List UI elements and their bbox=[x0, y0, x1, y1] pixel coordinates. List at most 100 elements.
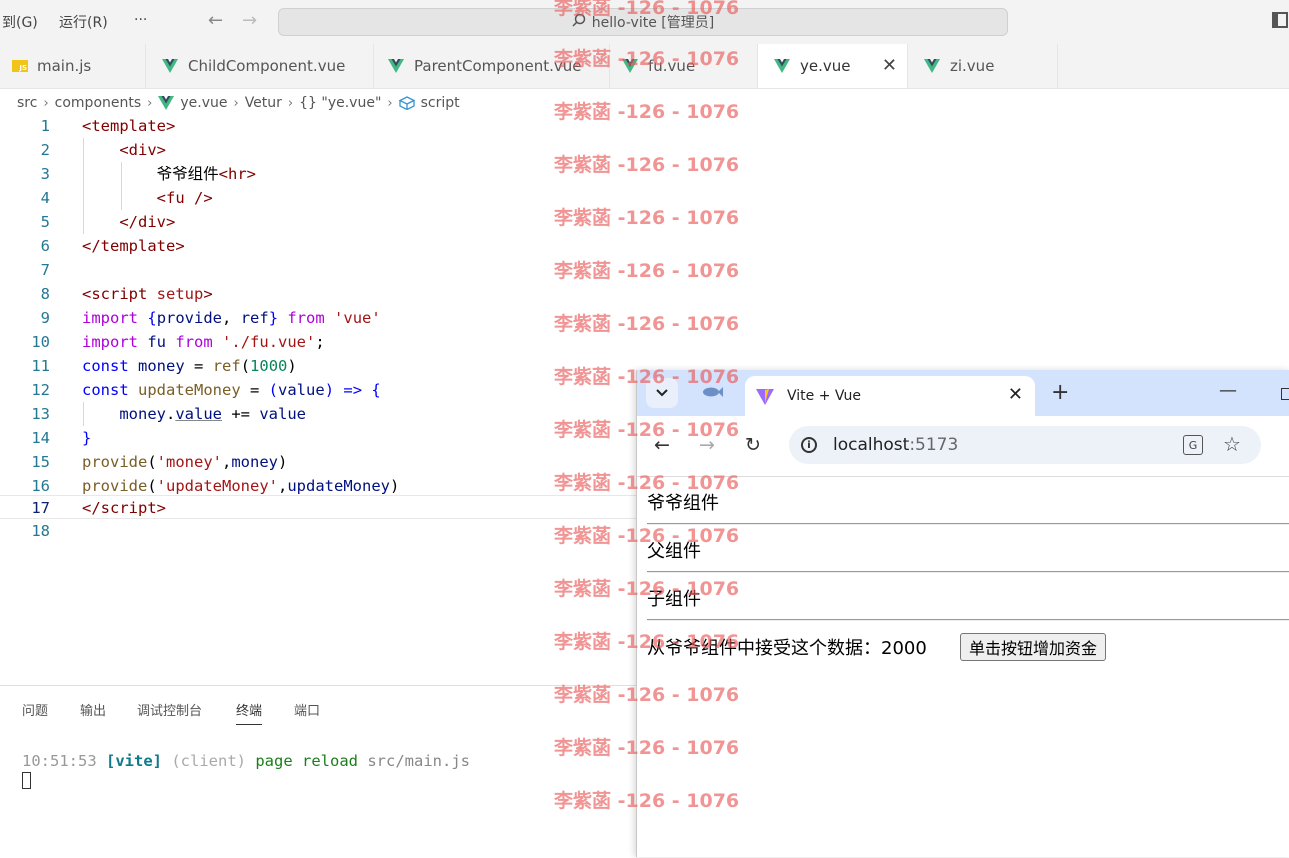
line-number: 9 bbox=[40, 309, 50, 327]
menu-run[interactable]: 运行(R) bbox=[59, 12, 108, 32]
line-number: 2 bbox=[40, 141, 50, 159]
browser-tab-active[interactable]: Vite + Vue ✕ bbox=[745, 376, 1035, 416]
layout-toggle-icon[interactable] bbox=[1272, 12, 1288, 28]
code-line: 1 <template> bbox=[0, 114, 1289, 138]
vue-icon bbox=[158, 96, 175, 110]
tab-main-js[interactable]: JS main.js bbox=[0, 44, 146, 88]
grandparent-label: 爷爷组件 bbox=[647, 493, 719, 514]
address-bar[interactable]: i localhost:5173 G ☆ bbox=[789, 426, 1261, 464]
tab-label: ParentComponent.vue bbox=[414, 57, 582, 75]
line-number: 4 bbox=[40, 189, 50, 207]
code-content: </script> bbox=[82, 499, 166, 517]
minimize-button[interactable]: — bbox=[1219, 380, 1237, 401]
editor-tab-bar: JS main.js ChildComponent.vue ParentComp… bbox=[0, 44, 1289, 89]
breadcrumb-item-script[interactable]: script bbox=[421, 95, 460, 111]
code-content: provide('money',money) bbox=[82, 453, 288, 471]
code-content: const money = ref(1000) bbox=[82, 357, 297, 375]
tab-ye-vue[interactable]: ye.vue ✕ bbox=[758, 44, 908, 88]
search-text: hello-vite [管理员] bbox=[591, 15, 715, 31]
breadcrumb-item-vetur[interactable]: Vetur bbox=[245, 95, 282, 111]
browser-back-button[interactable]: ← bbox=[654, 434, 670, 456]
new-tab-button[interactable]: + bbox=[1051, 380, 1069, 405]
tab-zi-vue[interactable]: zi.vue bbox=[908, 44, 1058, 88]
browser-window: Vite + Vue ✕ + — ← → ↻ i localhost:5173 … bbox=[636, 370, 1289, 857]
code-content: <template> bbox=[82, 117, 176, 135]
tab-label: ye.vue bbox=[800, 57, 851, 75]
chevron-right-icon: › bbox=[233, 95, 239, 111]
panel-tab-problems[interactable]: 问题 bbox=[22, 700, 48, 719]
code-content: <div> bbox=[119, 141, 166, 159]
terminal-time: 10:51:53 bbox=[22, 752, 97, 770]
line-number: 11 bbox=[31, 357, 50, 375]
chevron-right-icon: › bbox=[287, 95, 294, 111]
panel-tab-debug-console[interactable]: 调试控制台 bbox=[137, 700, 202, 719]
menu-goto[interactable]: 到(G) bbox=[2, 12, 38, 32]
line-number: 1 bbox=[40, 117, 50, 135]
code-content: </template> bbox=[82, 237, 185, 255]
tab-search-button[interactable] bbox=[646, 378, 678, 408]
code-content: <fu /> bbox=[156, 189, 213, 207]
code-line: 3 爷爷组件<hr> bbox=[0, 162, 1289, 186]
panel-tab-ports[interactable]: 端口 bbox=[294, 700, 320, 719]
vue-icon bbox=[162, 59, 178, 73]
search-icon bbox=[572, 13, 586, 31]
line-number: 17 bbox=[31, 499, 50, 517]
browser-forward-button[interactable]: → bbox=[699, 434, 715, 456]
bookmark-star-icon[interactable]: ☆ bbox=[1223, 432, 1241, 456]
vue-icon bbox=[388, 59, 404, 73]
tab-label: main.js bbox=[37, 57, 92, 75]
browser-toolbar: ← → ↻ i localhost:5173 G ☆ bbox=[637, 416, 1289, 477]
code-line: 7 bbox=[0, 258, 1289, 282]
menu-more[interactable]: ··· bbox=[134, 12, 147, 28]
browser-tab-title: Vite + Vue bbox=[787, 388, 862, 404]
nav-forward-button[interactable]: → bbox=[242, 10, 257, 31]
chevron-right-icon: › bbox=[387, 95, 393, 111]
browser-reload-button[interactable]: ↻ bbox=[745, 434, 761, 456]
line-number: 13 bbox=[31, 405, 50, 423]
command-center-search[interactable]: hello-vite [管理员] bbox=[278, 8, 1008, 36]
code-content: money.value += value bbox=[119, 405, 307, 423]
breadcrumb-item-src[interactable]: src bbox=[17, 95, 37, 111]
chevron-down-icon bbox=[656, 389, 668, 397]
tab-child-component[interactable]: ChildComponent.vue bbox=[146, 44, 374, 88]
line-number: 10 bbox=[31, 333, 50, 351]
tab-label: ChildComponent.vue bbox=[188, 57, 346, 75]
browser-tab-strip: Vite + Vue ✕ + — bbox=[637, 370, 1289, 416]
line-number: 15 bbox=[31, 453, 50, 471]
nav-back-button[interactable]: ← bbox=[208, 10, 223, 31]
tab-label: zi.vue bbox=[950, 57, 995, 75]
code-content: import fu from './fu.vue'; bbox=[82, 333, 325, 351]
breadcrumb-item-components[interactable]: components bbox=[55, 95, 142, 111]
line-number: 18 bbox=[31, 522, 50, 540]
maximize-button[interactable] bbox=[1281, 388, 1289, 400]
line-number: 5 bbox=[40, 213, 50, 231]
close-icon[interactable]: ✕ bbox=[882, 55, 897, 76]
divider bbox=[647, 619, 1289, 621]
breadcrumb: src › components › ye.vue › Vetur › {} "… bbox=[17, 92, 460, 114]
panel-tab-terminal[interactable]: 终端 bbox=[236, 700, 263, 725]
vue-icon bbox=[924, 59, 940, 73]
breadcrumb-item-module[interactable]: {} "ye.vue" bbox=[299, 95, 381, 111]
code-content: <script setup> bbox=[82, 285, 213, 303]
fish-icon bbox=[701, 386, 723, 402]
js-icon: JS bbox=[12, 60, 28, 72]
url-host: localhost bbox=[833, 435, 910, 455]
cube-icon bbox=[398, 96, 415, 110]
info-icon[interactable]: i bbox=[801, 437, 817, 453]
tab-fu-vue[interactable]: fu.vue bbox=[610, 44, 758, 88]
tab-parent-component[interactable]: ParentComponent.vue bbox=[374, 44, 610, 88]
vite-icon bbox=[756, 389, 774, 405]
page-content: 爷爷组件 父组件 子组件 从爷爷组件中接受这个数据：2000 单击按钮增加资金 bbox=[637, 477, 1289, 857]
breadcrumb-item-file[interactable]: ye.vue bbox=[180, 95, 227, 111]
vue-icon bbox=[622, 59, 638, 73]
code-line: 4 <fu /> bbox=[0, 186, 1289, 210]
received-data-text: 从爷爷组件中接受这个数据：2000 bbox=[647, 638, 927, 659]
close-icon[interactable]: ✕ bbox=[1008, 384, 1023, 405]
code-line: 5 </div> bbox=[0, 210, 1289, 234]
line-number: 14 bbox=[31, 429, 50, 447]
vue-icon bbox=[774, 59, 790, 73]
line-number: 12 bbox=[31, 381, 50, 399]
add-money-button[interactable]: 单击按钮增加资金 bbox=[960, 633, 1107, 661]
panel-tab-output[interactable]: 输出 bbox=[80, 700, 106, 719]
translate-icon[interactable]: G bbox=[1183, 435, 1203, 455]
